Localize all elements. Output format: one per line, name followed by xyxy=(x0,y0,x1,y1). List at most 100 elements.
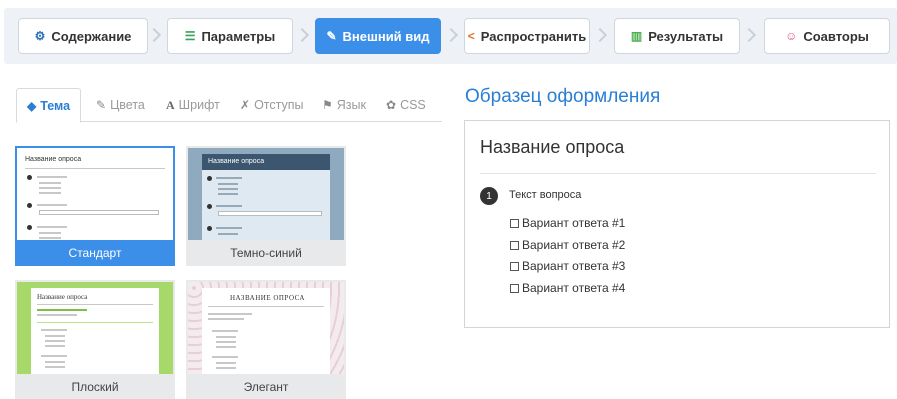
checkbox[interactable] xyxy=(510,240,519,250)
share-icon: < xyxy=(467,29,475,43)
preview-option-line xyxy=(216,336,236,338)
step-label: Внешний вид xyxy=(342,28,430,44)
theme-card-standard[interactable]: Название опроса Стандарт xyxy=(15,146,175,266)
answer-option[interactable]: Вариант ответа #1 xyxy=(510,216,625,230)
preview-option-line xyxy=(45,340,65,342)
step-content-button[interactable]: ⚙ Содержание xyxy=(18,18,148,54)
question-number-badge: 1 xyxy=(480,187,498,205)
preview-text-line xyxy=(212,330,238,332)
preview-divider xyxy=(208,306,324,307)
sample-heading: Образец оформления xyxy=(465,86,661,107)
checkbox[interactable] xyxy=(510,261,519,271)
preview-divider xyxy=(25,168,165,169)
preview-option-line xyxy=(216,362,236,364)
tab-language[interactable]: ⚑ Язык xyxy=(322,88,366,122)
sample-preview-panel: Название опроса 1 Текст вопроса Вариант … xyxy=(464,120,890,328)
step-label: Распространить xyxy=(480,28,587,44)
tab-font[interactable]: A Шрифт xyxy=(166,88,220,122)
answer-option[interactable]: Вариант ответа #4 xyxy=(510,281,625,295)
answer-option-label: Вариант ответа #4 xyxy=(522,281,626,295)
preview-divider xyxy=(37,322,153,323)
theme-label: Элегант xyxy=(243,380,289,394)
theme-label: Плоский xyxy=(71,380,119,394)
answer-option[interactable]: Вариант ответа #3 xyxy=(510,259,625,273)
preview-panel: НАЗВАНИЕ ОПРОСА xyxy=(202,288,330,374)
brush-icon: ✎ xyxy=(326,29,337,43)
step-parameters-button[interactable]: ☰ Параметры xyxy=(167,18,293,54)
preview-option-line xyxy=(39,237,61,239)
preview-text-line xyxy=(37,204,67,206)
preview-option-line xyxy=(39,192,61,194)
preview-text-line xyxy=(208,318,244,320)
theme-card-elegant[interactable]: НАЗВАНИЕ ОПРОСА Элегант xyxy=(186,280,346,399)
font-icon: A xyxy=(166,97,175,112)
checkbox[interactable] xyxy=(510,283,519,293)
theme-card-flat[interactable]: Название опроса Плоский xyxy=(15,280,175,399)
preview-text-line xyxy=(37,226,67,228)
chevron-right-icon xyxy=(592,27,608,43)
step-appearance-button[interactable]: ✎ Внешний вид xyxy=(315,18,441,54)
preview-option-line xyxy=(39,187,61,189)
step-results-button[interactable]: ▥ Результаты xyxy=(614,18,740,54)
preview-option-line xyxy=(218,193,238,195)
preview-text-line xyxy=(216,177,242,179)
preview-option-line xyxy=(45,345,65,347)
answer-option-label: Вариант ответа #3 xyxy=(522,259,626,273)
brush-icon: ✎ xyxy=(96,98,107,112)
step-label: Параметры xyxy=(201,28,276,44)
theme-label: Стандарт xyxy=(68,246,122,260)
tab-label: Цвета xyxy=(110,98,145,112)
preview-title: Название опроса xyxy=(208,158,265,165)
divider xyxy=(480,173,876,174)
step-label: Результаты xyxy=(648,28,724,44)
chevron-right-icon xyxy=(741,27,757,43)
preview-text-line xyxy=(216,227,242,229)
tab-label: Шрифт xyxy=(178,98,220,112)
tab-css[interactable]: ✿ CSS xyxy=(386,88,426,122)
tab-theme[interactable]: ◆ Тема xyxy=(16,88,82,123)
preview-option-line xyxy=(218,183,238,185)
preview-question-marker xyxy=(27,175,32,180)
theme-preview: Название опроса xyxy=(17,148,173,240)
preview-question-marker xyxy=(27,203,32,208)
tab-label: CSS xyxy=(400,98,426,112)
theme-card-dark-blue[interactable]: Название опроса Темно-синий xyxy=(186,146,346,266)
preview-option-line xyxy=(216,367,236,369)
preview-question-marker xyxy=(207,176,212,181)
theme-preview: Название опроса xyxy=(17,282,173,374)
bar-chart-icon: ▥ xyxy=(630,29,643,43)
preview-input-box xyxy=(39,210,159,215)
cube-icon: ◆ xyxy=(27,98,37,113)
preview-divider xyxy=(37,304,153,305)
tab-colors[interactable]: ✎ Цвета xyxy=(96,88,145,122)
preview-question-marker xyxy=(207,204,212,209)
preview-title: Название опроса xyxy=(37,293,88,301)
preview-option-line xyxy=(39,182,61,184)
users-icon: ☺ xyxy=(785,29,798,43)
appearance-tabs: ◆ Тема ✎ Цвета A Шрифт ✗ Отступы ⚑ Язык … xyxy=(16,88,442,123)
step-coauthors-button[interactable]: ☺ Соавторы xyxy=(764,18,890,54)
checkbox[interactable] xyxy=(510,218,519,228)
preview-title: Название опроса xyxy=(25,156,82,163)
preview-question-marker xyxy=(27,225,32,230)
preview-text-line xyxy=(208,313,252,315)
answer-option[interactable]: Вариант ответа #2 xyxy=(510,238,625,252)
magic-icon: ✗ xyxy=(240,98,251,112)
preview-text-line xyxy=(37,176,67,178)
tab-spacing[interactable]: ✗ Отступы xyxy=(240,88,304,122)
preview-option-line xyxy=(45,366,65,368)
chevron-right-icon xyxy=(443,27,459,43)
tab-label: Отступы xyxy=(254,98,304,112)
tab-label: Тема xyxy=(40,98,71,113)
sitemap-icon: ⚙ xyxy=(34,29,46,43)
step-share-button[interactable]: < Распространить xyxy=(464,18,590,54)
theme-preview: Название опроса xyxy=(188,148,344,240)
chevron-right-icon xyxy=(146,27,162,43)
question-text: Текст вопроса xyxy=(509,189,582,201)
preview-text-line xyxy=(212,356,238,358)
preview-option-line xyxy=(39,232,61,234)
sliders-icon: ☰ xyxy=(184,29,196,43)
preview-option-line xyxy=(216,346,236,348)
preview-text-line xyxy=(37,314,77,316)
preview-panel: Название опроса xyxy=(31,288,159,374)
